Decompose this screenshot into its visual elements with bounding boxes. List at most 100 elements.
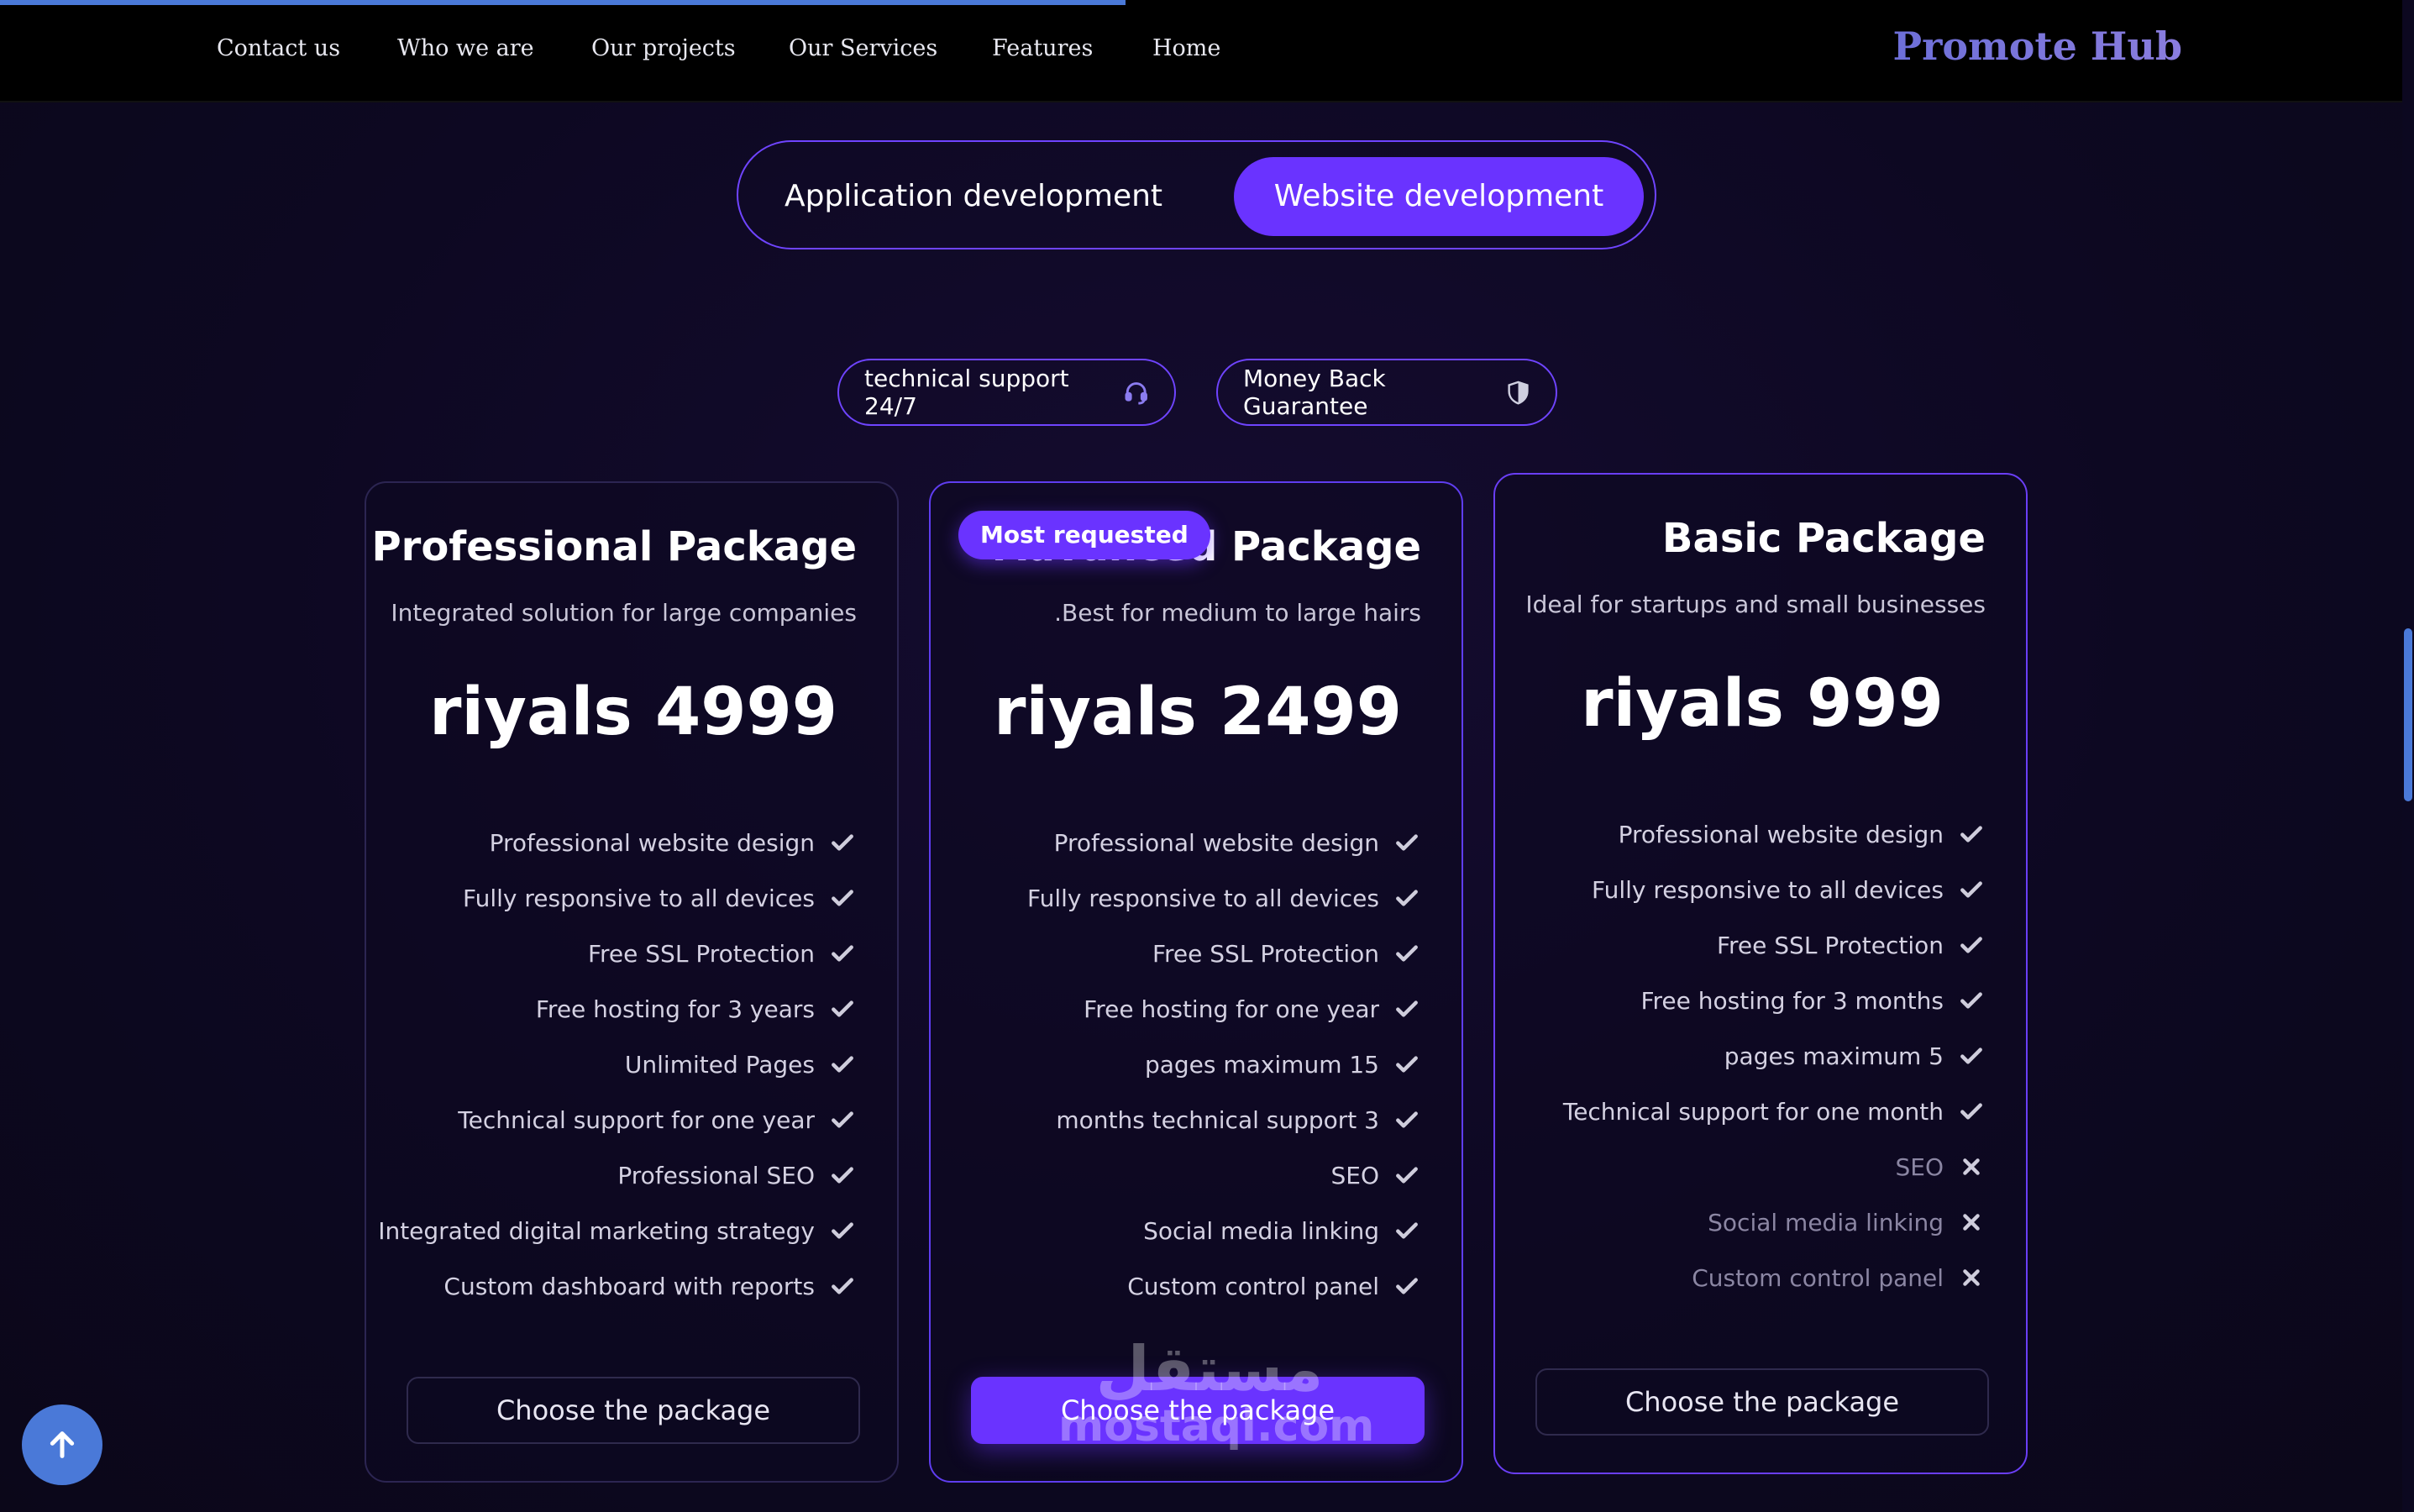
check-icon (1393, 1050, 1421, 1079)
feature-item: Custom control panel (1563, 1250, 1986, 1305)
choose-package-button[interactable]: Choose the package (1535, 1368, 1989, 1436)
feature-item: Custom dashboard with reports (378, 1258, 857, 1314)
guarantee-pill: Money Back Guarantee (1216, 359, 1557, 426)
choose-package-button[interactable]: Choose the package (407, 1377, 860, 1444)
feature-item: pages maximum 5 (1563, 1028, 1986, 1084)
top-navbar: Contact us Who we are Our projects Our S… (0, 0, 2402, 102)
feature-label: Professional website design (489, 828, 815, 857)
check-icon (1393, 1216, 1421, 1245)
feature-label: Social media linking (1708, 1208, 1944, 1236)
check-icon (828, 1050, 857, 1079)
nav-link-services[interactable]: Our Services (789, 35, 937, 61)
support-pill-label: technical support 24/7 (864, 365, 1069, 420)
package-card-professional: Professional Package Integrated solution… (365, 481, 899, 1483)
check-icon (828, 828, 857, 857)
package-subtitle: Integrated solution for large companies (391, 599, 857, 627)
scrollbar-thumb[interactable] (2404, 628, 2412, 801)
feature-label: Fully responsive to all devices (1592, 875, 1944, 904)
feature-label: Free hosting for one year (1084, 995, 1379, 1023)
feature-label: SEO (1330, 1161, 1379, 1189)
feature-item: Free SSL Protection (1027, 926, 1421, 981)
feature-item: pages maximum 15 (1027, 1037, 1421, 1092)
feature-item: Technical support for one year (378, 1092, 857, 1147)
toggle-application-development[interactable]: Application development (755, 157, 1192, 236)
package-card-advanced: Advanced Package .Best for medium to lar… (929, 481, 1463, 1483)
feature-item: Social media linking (1563, 1194, 1986, 1250)
feature-label: Free SSL Protection (1716, 931, 1944, 959)
feature-item: Fully responsive to all devices (378, 870, 857, 926)
arrow-up-icon (50, 1431, 75, 1458)
check-icon (1957, 820, 1986, 848)
feature-label: Professional website design (1618, 820, 1944, 848)
feature-label: Technical support for one month (1562, 1097, 1944, 1126)
check-icon (1393, 1161, 1421, 1189)
choose-package-button[interactable]: Choose the package (971, 1377, 1425, 1444)
feature-list: Professional website design Fully respons… (1027, 815, 1421, 1314)
shield-icon (1508, 381, 1529, 405)
most-requested-badge: Most requested (958, 511, 1210, 559)
feature-item: Professional website design (1027, 815, 1421, 870)
check-icon (1957, 931, 1986, 959)
nav-link-projects[interactable]: Our projects (591, 35, 736, 61)
feature-label: pages maximum 15 (1144, 1050, 1379, 1079)
cross-icon (1957, 1152, 1986, 1181)
guarantee-pill-label: Money Back Guarantee (1243, 365, 1386, 420)
feature-label: Free SSL Protection (1152, 939, 1379, 968)
check-icon (1393, 1105, 1421, 1134)
feature-label: Free hosting for 3 months (1640, 986, 1944, 1015)
package-price: riyals 2499 (993, 675, 1403, 750)
feature-item: Free SSL Protection (378, 926, 857, 981)
brand-logo[interactable]: Promote Hub (1893, 24, 2182, 69)
check-icon (828, 939, 857, 968)
check-icon (1393, 995, 1421, 1023)
check-icon (828, 1216, 857, 1245)
feature-label: Custom dashboard with reports (443, 1272, 815, 1300)
feature-label: Fully responsive to all devices (1027, 884, 1379, 912)
feature-label: Professional website design (1053, 828, 1379, 857)
feature-label: Technical support for one year (458, 1105, 815, 1134)
feature-item: Unlimited Pages (378, 1037, 857, 1092)
check-icon (1957, 986, 1986, 1015)
feature-label: Fully responsive to all devices (463, 884, 815, 912)
check-icon (828, 884, 857, 912)
check-icon (828, 1105, 857, 1134)
check-icon (1393, 828, 1421, 857)
package-card-basic: Basic Package Ideal for startups and sma… (1493, 473, 2028, 1474)
feature-item: Social media linking (1027, 1203, 1421, 1258)
toggle-website-development[interactable]: Website development (1234, 157, 1644, 236)
check-icon (1393, 884, 1421, 912)
feature-label: Unlimited Pages (624, 1050, 815, 1079)
feature-item: Free hosting for 3 months (1563, 973, 1986, 1028)
feature-label: Social media linking (1143, 1216, 1379, 1245)
feature-item: Integrated digital marketing strategy (378, 1203, 857, 1258)
check-icon (1393, 939, 1421, 968)
feature-label: Custom control panel (1127, 1272, 1379, 1300)
scroll-to-top-button[interactable] (22, 1404, 102, 1485)
feature-item: Fully responsive to all devices (1563, 862, 1986, 917)
feature-label: Free SSL Protection (587, 939, 815, 968)
feature-label: Professional SEO (617, 1161, 815, 1189)
feature-item: Custom control panel (1027, 1258, 1421, 1314)
check-icon (1957, 875, 1986, 904)
nav-link-features[interactable]: Features (992, 35, 1093, 61)
check-icon (1393, 1272, 1421, 1300)
feature-item: SEO (1563, 1139, 1986, 1194)
nav-link-contact[interactable]: Contact us (217, 35, 340, 61)
feature-item: months technical support 3 (1027, 1092, 1421, 1147)
nav-link-about[interactable]: Who we are (397, 35, 534, 61)
check-icon (1957, 1097, 1986, 1126)
feature-label: months technical support 3 (1056, 1105, 1379, 1134)
page-scrollbar[interactable] (2402, 0, 2414, 1512)
feature-item: Professional website design (1563, 806, 1986, 862)
check-icon (828, 995, 857, 1023)
feature-label: Custom control panel (1692, 1263, 1944, 1292)
nav-link-home[interactable]: Home (1152, 35, 1220, 61)
support-pill: technical support 24/7 (837, 359, 1176, 426)
feature-list: Professional website design Fully respons… (378, 815, 857, 1314)
service-type-toggle: Application development Website developm… (737, 140, 1656, 249)
scroll-progress-bar (0, 0, 1126, 5)
check-icon (1957, 1042, 1986, 1070)
feature-item: Free SSL Protection (1563, 917, 1986, 973)
feature-list: Professional website design Fully respons… (1563, 806, 1986, 1305)
feature-label: pages maximum 5 (1724, 1042, 1944, 1070)
